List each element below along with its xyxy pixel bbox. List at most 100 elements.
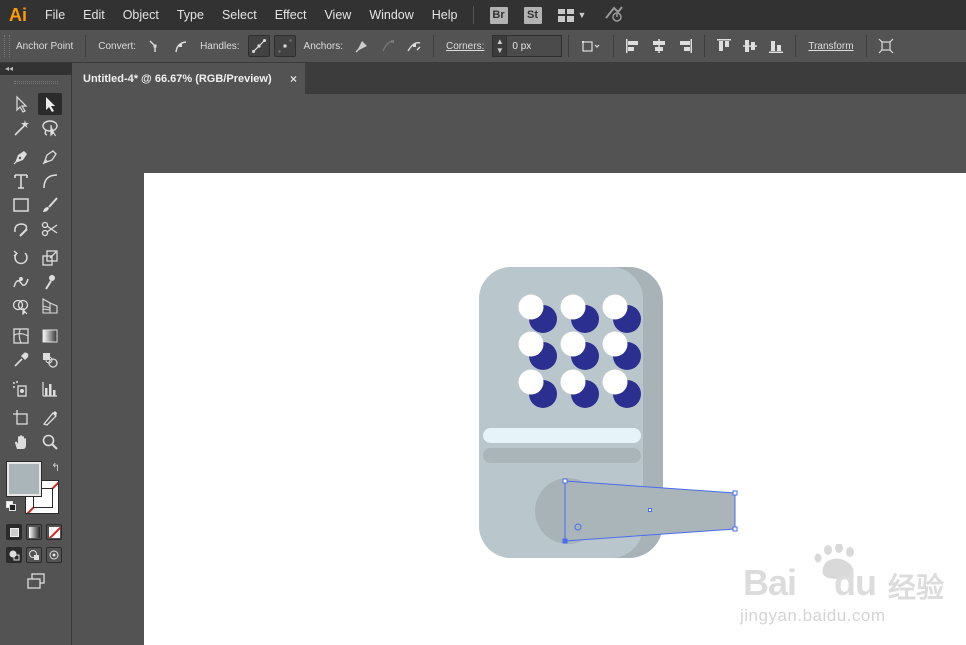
isolate-selection-icon[interactable]	[875, 35, 897, 57]
menu-divider	[472, 6, 474, 24]
menu-edit[interactable]: Edit	[74, 0, 114, 30]
draw-behind-icon[interactable]	[26, 547, 42, 563]
warp-tool-icon[interactable]	[9, 271, 33, 293]
workspace-switcher-icon[interactable]: ▼	[557, 8, 586, 22]
column-graph-tool-icon[interactable]	[38, 378, 62, 400]
gradient-mode-icon[interactable]	[26, 524, 42, 540]
spinner-arrows-icon[interactable]: ▲ ▼	[493, 37, 508, 55]
divider	[704, 35, 706, 57]
scissors-tool-icon[interactable]	[38, 218, 62, 240]
app-logo: Ai	[9, 4, 27, 25]
menu-object[interactable]: Object	[114, 0, 168, 30]
draw-inside-icon[interactable]	[46, 547, 62, 563]
keypad-button	[602, 294, 628, 320]
divider	[795, 35, 797, 57]
canvas-area[interactable]: Bai du 经验 jingyan.baidu.com	[73, 94, 966, 645]
menu-file[interactable]: File	[36, 0, 74, 30]
swap-fill-stroke-icon[interactable]: ↰	[51, 461, 60, 474]
keypad-button	[602, 369, 628, 395]
connect-anchors-button[interactable]	[377, 35, 399, 57]
rotate-tool-icon[interactable]	[9, 247, 33, 269]
rectangle-tool-icon[interactable]	[9, 194, 33, 216]
watermark-brand-tail: du	[834, 562, 877, 603]
menu-view[interactable]: View	[315, 0, 360, 30]
document-tab-title: Untitled-4* @ 66.67% (RGB/Preview)	[83, 72, 272, 85]
align-left-icon[interactable]	[622, 35, 644, 57]
menu-effect[interactable]: Effect	[266, 0, 316, 30]
watermark-url: jingyan.baidu.com	[740, 606, 886, 625]
close-icon[interactable]: ×	[290, 72, 297, 86]
puppet-warp-tool-icon[interactable]	[38, 271, 62, 293]
show-handles-button[interactable]	[247, 35, 270, 57]
remove-anchor-button[interactable]	[351, 35, 373, 57]
magic-wand-tool-icon[interactable]	[9, 117, 33, 139]
gpu-performance-icon[interactable]	[604, 4, 624, 26]
align-top-icon[interactable]	[713, 35, 735, 57]
keypad	[518, 294, 641, 408]
shape-builder-tool-icon[interactable]	[9, 295, 33, 317]
lasso-tool-icon[interactable]	[38, 117, 62, 139]
none-mode-icon[interactable]	[46, 524, 62, 540]
keypad-button	[560, 369, 586, 395]
control-bar-grip[interactable]	[4, 35, 10, 57]
keypad-button	[560, 294, 586, 320]
draw-mode-row	[6, 547, 66, 565]
hide-handles-button[interactable]	[273, 35, 296, 57]
artboard-tool-icon[interactable]	[9, 407, 33, 429]
direct-selection-tool-icon[interactable]	[38, 93, 62, 115]
default-fill-stroke-icon[interactable]	[6, 501, 17, 512]
menu-window[interactable]: Window	[360, 0, 422, 30]
type-tool-icon[interactable]	[9, 170, 33, 192]
convert-label: Convert:	[98, 40, 137, 52]
align-horizontal-center-icon[interactable]	[648, 35, 670, 57]
arc-tool-icon[interactable]	[38, 170, 62, 192]
keypad-button	[518, 331, 544, 357]
menu-type[interactable]: Type	[168, 0, 213, 30]
selection-tool-icon[interactable]	[9, 93, 33, 115]
symbol-sprayer-tool-icon[interactable]	[9, 378, 33, 400]
fill-swatch[interactable]	[7, 462, 41, 496]
zoom-tool-icon[interactable]	[38, 431, 62, 453]
anchors-label: Anchors:	[303, 40, 343, 52]
bridge-icon[interactable]: Br	[489, 6, 508, 24]
transform-link[interactable]: Transform	[808, 41, 853, 52]
menu-bar: Ai File Edit Object Type Select Effect V…	[0, 0, 966, 30]
toolbox-collapse-icon[interactable]: ◂◂	[0, 63, 72, 75]
mesh-tool-icon[interactable]	[9, 325, 33, 347]
divider	[433, 35, 434, 57]
convert-to-smooth-button[interactable]	[170, 35, 192, 57]
divider	[613, 35, 615, 57]
corners-label[interactable]: Corners:	[446, 41, 484, 52]
menu-select[interactable]: Select	[213, 0, 266, 30]
illustrator-window: Ai File Edit Object Type Select Effect V…	[0, 0, 966, 645]
align-bottom-icon[interactable]	[765, 35, 787, 57]
cut-path-at-anchor-button[interactable]	[403, 35, 425, 57]
stock-icon[interactable]: St	[523, 6, 542, 24]
shaper-tool-icon[interactable]	[9, 218, 33, 240]
scale-tool-icon[interactable]	[38, 247, 62, 269]
pen-tool-icon[interactable]	[9, 146, 33, 168]
corners-spinner[interactable]: ▲ ▼	[492, 35, 563, 57]
hand-tool-icon[interactable]	[9, 431, 33, 453]
draw-normal-icon[interactable]	[6, 547, 22, 563]
document-tab[interactable]: Untitled-4* @ 66.67% (RGB/Preview) ×	[73, 63, 305, 94]
anchor-point	[732, 526, 738, 532]
color-mode-icon[interactable]	[6, 524, 22, 540]
toolbox-grip[interactable]	[14, 81, 58, 84]
paintbrush-tool-icon[interactable]	[38, 194, 62, 216]
gradient-tool-icon[interactable]	[38, 325, 62, 347]
slice-tool-icon[interactable]	[38, 407, 62, 429]
corners-input[interactable]	[507, 36, 562, 56]
screen-mode-icon[interactable]	[24, 570, 48, 592]
curvature-tool-icon[interactable]	[38, 146, 62, 168]
perspective-grid-tool-icon[interactable]	[38, 295, 62, 317]
blend-tool-icon[interactable]	[38, 349, 62, 371]
baidu-watermark: Bai du 经验 jingyan.baidu.com	[738, 543, 963, 634]
eyedropper-tool-icon[interactable]	[9, 349, 33, 371]
select-similar-button[interactable]	[577, 35, 605, 57]
align-right-icon[interactable]	[674, 35, 696, 57]
keypad-button	[518, 294, 544, 320]
convert-to-corner-button[interactable]	[144, 35, 166, 57]
menu-help[interactable]: Help	[423, 0, 467, 30]
align-vertical-center-icon[interactable]	[739, 35, 761, 57]
